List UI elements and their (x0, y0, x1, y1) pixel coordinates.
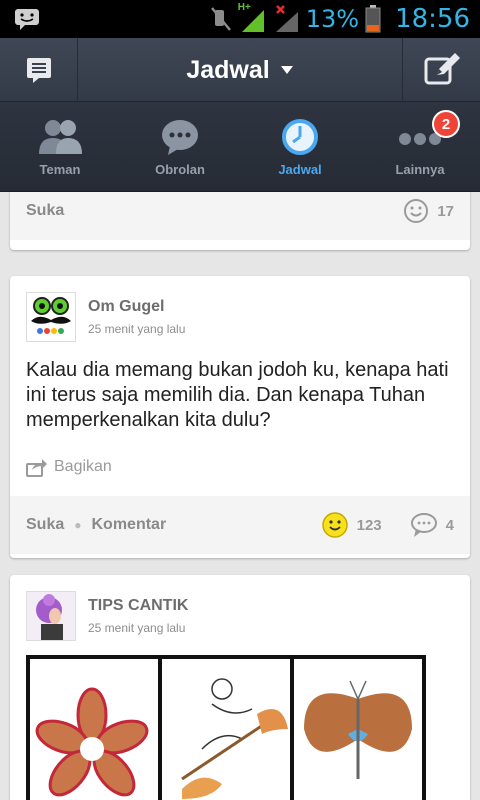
google-mustache-avatar-icon (27, 293, 75, 341)
tab-teman[interactable]: Teman (0, 102, 120, 191)
menu-button[interactable] (0, 38, 78, 102)
tab-obrolan[interactable]: Obrolan (120, 102, 240, 191)
image-panel-butterfly (294, 659, 422, 800)
post-time: 25 menit yang lalu (88, 621, 186, 635)
pencil-shaving-flower-icon (35, 687, 149, 797)
timeline-feed[interactable]: Suka 17 Om Gugel 25 menit yang lalu Kala… (0, 192, 480, 800)
post-header: Om Gugel 25 menit yang lalu (26, 292, 185, 342)
tab-label: Lainnya (395, 162, 445, 177)
reactions: 17 (403, 198, 454, 224)
status-right: H+ 13% 18:56 (210, 0, 470, 38)
share-label: Bagikan (54, 458, 112, 475)
battery-icon (365, 5, 381, 33)
title-dropdown[interactable]: Jadwal (78, 38, 402, 102)
tab-jadwal[interactable]: Jadwal (240, 102, 360, 191)
post-footer: Suka 17 (10, 192, 470, 240)
clock: 18:56 (395, 4, 470, 34)
like-button[interactable]: Suka (26, 202, 64, 220)
post-footer: Suka ● Komentar 123 4 (10, 496, 470, 554)
signal-icon: H+ (238, 2, 268, 34)
mute-icon (210, 7, 231, 31)
share-button[interactable]: Bagikan (26, 457, 112, 477)
notification-icon (15, 9, 39, 30)
page-title: Jadwal (186, 55, 270, 84)
image-panel-broom (162, 659, 290, 800)
tab-label: Jadwal (278, 162, 322, 177)
like-button[interactable]: Suka (26, 516, 64, 534)
menu-note-icon (26, 58, 51, 83)
notification-badge: 2 (432, 110, 460, 138)
post-meta: Om Gugel 25 menit yang lalu (88, 298, 185, 336)
screen: H+ 13% 18:56 Jadwal Teman Obrolan Jadwal… (0, 0, 480, 800)
post-time: 25 menit yang lalu (88, 322, 186, 336)
smiley-yellow-icon[interactable] (321, 511, 349, 539)
comment-icon[interactable] (410, 512, 438, 538)
clock-icon (282, 119, 318, 155)
separator-dot: ● (74, 518, 82, 532)
status-bar: H+ 13% 18:56 (0, 0, 480, 38)
comment-count: 4 (445, 516, 454, 534)
compose-button[interactable] (402, 38, 480, 102)
avatar[interactable] (26, 292, 76, 342)
signal-2-icon (274, 4, 300, 34)
like-count: 123 (356, 516, 382, 534)
friends-icon (39, 120, 82, 154)
author-name[interactable]: TIPS CANTIK (88, 597, 188, 615)
pencil-shaving-butterfly-icon (304, 680, 412, 779)
witch-broom-drawing-icon (181, 678, 288, 799)
post-card: Om Gugel 25 menit yang lalu Kalau dia me… (10, 276, 470, 558)
post-header: TIPS CANTIK 25 menit yang lalu (26, 591, 188, 641)
post-image[interactable] (26, 655, 426, 800)
author-name[interactable]: Om Gugel (88, 298, 185, 316)
post-card: TIPS CANTIK 25 menit yang lalu (10, 575, 470, 800)
tab-lainnya[interactable]: Lainnya 2 (360, 102, 480, 191)
chat-icon (162, 120, 198, 155)
like-count: 17 (437, 202, 454, 220)
dropdown-arrow-icon (280, 66, 293, 74)
share-icon (26, 459, 47, 477)
image-panel-flower (30, 659, 158, 800)
reactions: 123 4 (321, 511, 454, 539)
comment-button[interactable]: Komentar (92, 516, 167, 534)
post-meta: TIPS CANTIK 25 menit yang lalu (88, 597, 188, 635)
compose-icon (424, 53, 460, 85)
battery-percent: 13% (305, 5, 360, 33)
post-text: Kalau dia memang bukan jodoh ku, kenapa … (26, 359, 449, 431)
app-bar: Jadwal (0, 38, 480, 102)
tab-label: Teman (39, 162, 81, 177)
avatar[interactable] (26, 591, 76, 641)
post-card-previous: Suka 17 (10, 192, 470, 250)
tab-label: Obrolan (155, 162, 205, 177)
purple-hair-avatar-icon (27, 592, 75, 640)
tab-bar: Teman Obrolan Jadwal Lainnya 2 (0, 102, 480, 192)
smiley-outline-icon[interactable] (403, 198, 429, 224)
